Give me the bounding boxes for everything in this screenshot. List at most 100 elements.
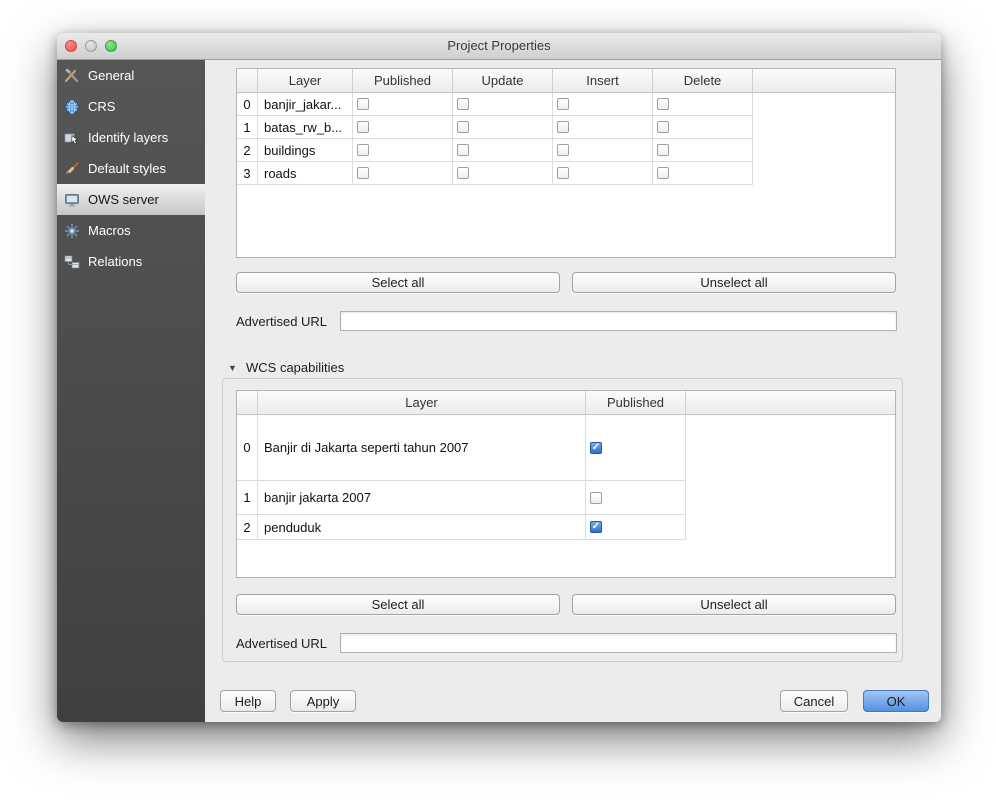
wcs-unselect-all-button[interactable]: Unselect all — [572, 594, 896, 615]
wcs-table-row[interactable]: 0Banjir di Jakarta seperti tahun 2007✓ — [237, 415, 686, 481]
wcs-advertised-url-input[interactable] — [340, 633, 897, 653]
sidebar-item-identify-layers[interactable]: Identify layers — [57, 122, 205, 153]
paintbrush-icon — [63, 160, 81, 178]
sidebar-item-label: OWS server — [88, 192, 159, 207]
published-cell: ✓ — [586, 515, 686, 539]
wcs-table-row[interactable]: 1banjir jakarta 2007 — [237, 481, 686, 515]
help-button[interactable]: Help — [220, 690, 276, 712]
titlebar[interactable]: Project Properties — [57, 33, 941, 60]
delete-cell — [653, 116, 753, 138]
wcs-advertised-url-label: Advertised URL — [236, 636, 327, 651]
update-cell — [453, 139, 553, 161]
row-number: 1 — [237, 116, 258, 138]
column-header-published[interactable]: Published — [353, 69, 453, 92]
apply-button[interactable]: Apply — [290, 690, 356, 712]
delete-cell — [653, 162, 753, 184]
wfs-table-row[interactable]: 1batas_rw_b... — [237, 116, 753, 139]
update-checkbox[interactable] — [457, 144, 469, 156]
layer-name-cell: roads — [258, 162, 353, 184]
update-checkbox[interactable] — [457, 98, 469, 110]
wcs-table-body: 0Banjir di Jakarta seperti tahun 2007✓1b… — [237, 415, 895, 540]
published-cell — [353, 139, 453, 161]
insert-checkbox[interactable] — [557, 144, 569, 156]
zoom-button[interactable] — [105, 40, 117, 52]
cancel-button[interactable]: Cancel — [780, 690, 848, 712]
delete-checkbox[interactable] — [657, 98, 669, 110]
sidebar-item-general[interactable]: General — [57, 60, 205, 91]
globe-icon — [63, 98, 81, 116]
wfs-advertised-url-label: Advertised URL — [236, 314, 327, 329]
published-checkbox[interactable] — [357, 98, 369, 110]
row-number: 3 — [237, 162, 258, 184]
sidebar-item-default-styles[interactable]: Default styles — [57, 153, 205, 184]
column-header-layer[interactable]: Layer — [258, 69, 353, 92]
column-header-update[interactable]: Update — [453, 69, 553, 92]
window-title: Project Properties — [57, 33, 941, 59]
published-cell: ✓ — [586, 415, 686, 480]
sidebar-item-relations[interactable]: Relations — [57, 246, 205, 277]
published-checkbox[interactable] — [357, 167, 369, 179]
row-number: 0 — [237, 415, 258, 480]
layer-name-cell: banjir_jakar... — [258, 93, 353, 115]
column-header-layer[interactable]: Layer — [258, 391, 586, 414]
insert-checkbox[interactable] — [557, 98, 569, 110]
wfs-table-row[interactable]: 2buildings — [237, 139, 753, 162]
published-checkbox[interactable] — [357, 144, 369, 156]
published-cell — [586, 481, 686, 514]
corner-header — [237, 69, 258, 92]
wfs-unselect-all-button[interactable]: Unselect all — [572, 272, 896, 293]
published-cell — [353, 162, 453, 184]
project-properties-window: Project Properties General CRS Identify … — [57, 33, 941, 722]
delete-checkbox[interactable] — [657, 144, 669, 156]
gear-icon — [63, 222, 81, 240]
column-header-insert[interactable]: Insert — [553, 69, 653, 92]
delete-checkbox[interactable] — [657, 121, 669, 133]
published-checkbox[interactable] — [590, 492, 602, 504]
wcs-select-all-button[interactable]: Select all — [236, 594, 560, 615]
published-checkbox[interactable]: ✓ — [590, 442, 602, 454]
wcs-section-label: WCS capabilities — [246, 360, 344, 375]
wfs-select-all-button[interactable]: Select all — [236, 272, 560, 293]
corner-header — [237, 391, 258, 414]
column-header-published[interactable]: Published — [586, 391, 686, 414]
layer-name-cell: penduduk — [258, 515, 586, 539]
wcs-table-header: Layer Published — [237, 391, 895, 415]
published-checkbox[interactable] — [357, 121, 369, 133]
column-header-delete[interactable]: Delete — [653, 69, 753, 92]
wcs-disclosure-triangle-icon[interactable]: ▼ — [228, 363, 237, 373]
wrench-icon — [63, 67, 81, 85]
ok-button[interactable]: OK — [863, 690, 929, 712]
update-cell — [453, 162, 553, 184]
insert-checkbox[interactable] — [557, 167, 569, 179]
published-checkbox[interactable]: ✓ — [590, 521, 602, 533]
wfs-table-body: 0banjir_jakar...1batas_rw_b...2buildings… — [237, 93, 895, 185]
sidebar-item-label: Identify layers — [88, 130, 168, 145]
server-monitor-icon — [63, 191, 81, 209]
row-number: 0 — [237, 93, 258, 115]
sidebar-item-label: Relations — [88, 254, 142, 269]
minimize-button[interactable] — [85, 40, 97, 52]
sidebar-item-crs[interactable]: CRS — [57, 91, 205, 122]
wfs-table-row[interactable]: 3roads — [237, 162, 753, 185]
insert-cell — [553, 162, 653, 184]
sidebar: General CRS Identify layers Default styl… — [57, 60, 205, 722]
row-number: 1 — [237, 481, 258, 514]
close-button[interactable] — [65, 40, 77, 52]
sidebar-item-label: CRS — [88, 99, 115, 114]
wfs-advertised-url-input[interactable] — [340, 311, 897, 331]
row-number: 2 — [237, 139, 258, 161]
sidebar-item-macros[interactable]: Macros — [57, 215, 205, 246]
sidebar-item-ows-server[interactable]: OWS server — [57, 184, 205, 215]
traffic-lights — [65, 40, 117, 52]
published-cell — [353, 93, 453, 115]
insert-checkbox[interactable] — [557, 121, 569, 133]
update-checkbox[interactable] — [457, 167, 469, 179]
wcs-table-row[interactable]: 2penduduk✓ — [237, 515, 686, 540]
header-filler — [686, 391, 895, 414]
wfs-table-row[interactable]: 0banjir_jakar... — [237, 93, 753, 116]
relations-tables-icon — [63, 253, 81, 271]
wcs-table: Layer Published 0Banjir di Jakarta seper… — [236, 390, 896, 578]
delete-checkbox[interactable] — [657, 167, 669, 179]
update-checkbox[interactable] — [457, 121, 469, 133]
identify-cursor-icon — [63, 129, 81, 147]
